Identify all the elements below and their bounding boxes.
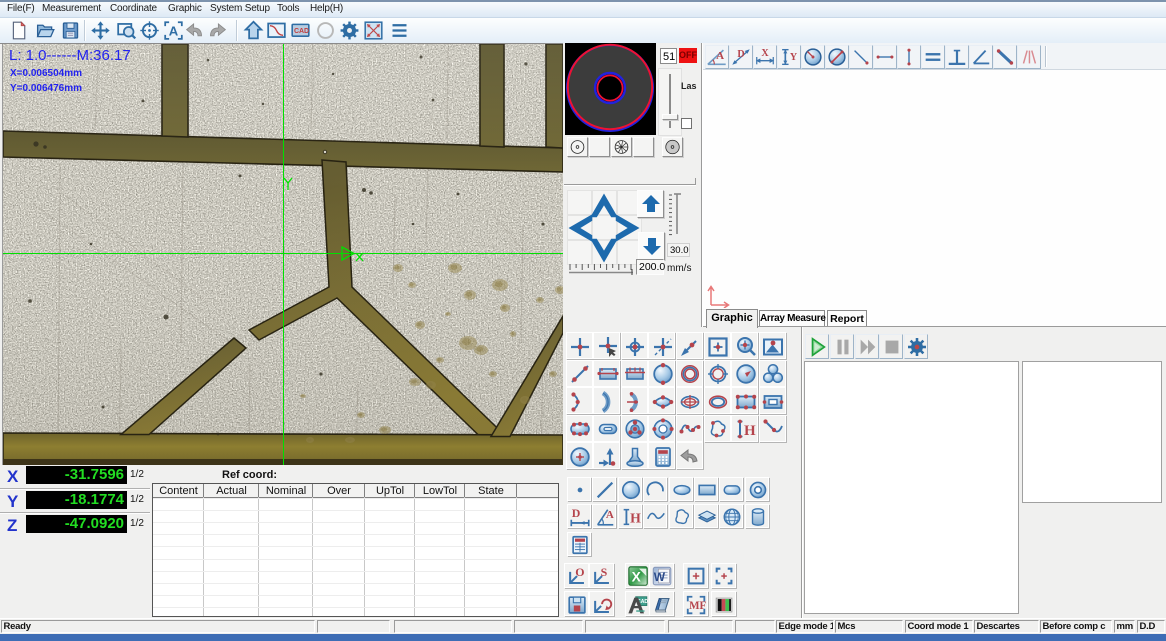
svg-text:Y: Y	[790, 51, 798, 62]
svg-text:A: A	[606, 509, 614, 521]
svg-text:S: S	[601, 565, 608, 579]
svg-text:D: D	[737, 49, 744, 60]
svg-text:X: X	[632, 570, 642, 585]
svg-text:H: H	[630, 511, 641, 526]
svg-text:W: W	[654, 570, 666, 584]
svg-text:CAD: CAD	[294, 28, 309, 35]
svg-text:A: A	[716, 49, 724, 61]
svg-text:MF: MF	[689, 600, 706, 612]
svg-text:O: O	[575, 565, 584, 579]
svg-text:A: A	[169, 23, 179, 38]
svg-text:D: D	[572, 506, 581, 520]
svg-text:X: X	[761, 48, 769, 59]
svg-text:H: H	[744, 423, 756, 439]
